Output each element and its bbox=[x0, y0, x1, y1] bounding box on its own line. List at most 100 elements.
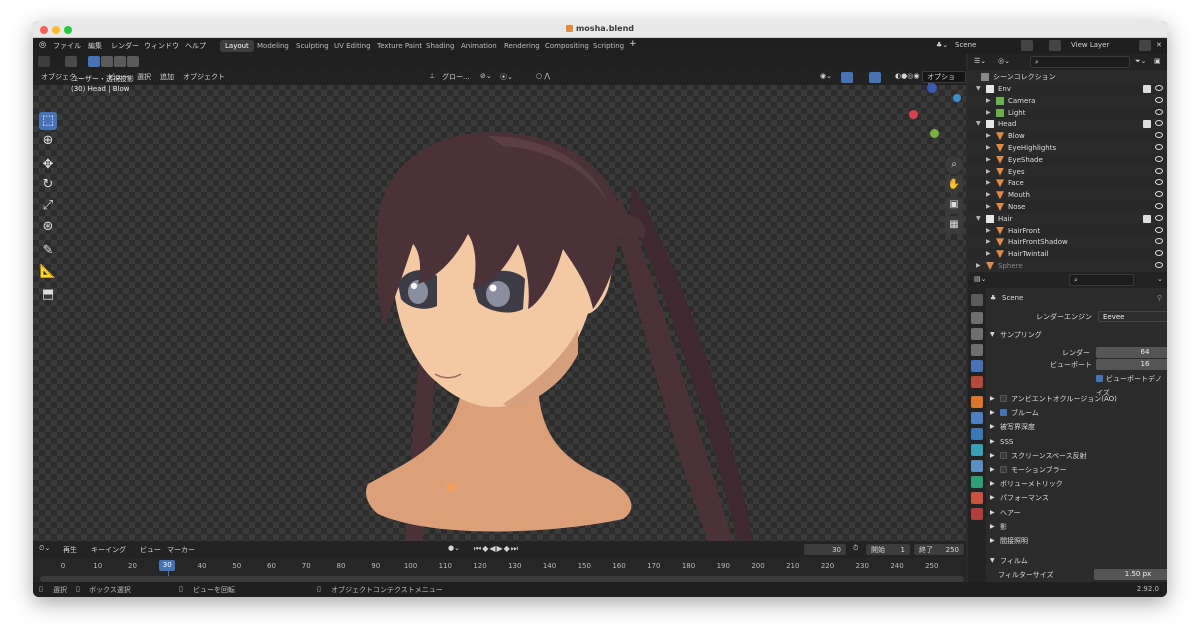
playhead-frame[interactable]: 30 bbox=[159, 560, 176, 571]
outliner-item-camera[interactable]: ▶ Camera bbox=[968, 95, 1167, 107]
outliner-item-blow[interactable]: ▶ Blow bbox=[968, 130, 1167, 143]
expand-arrow-icon[interactable]: ▶ bbox=[986, 236, 991, 248]
eye-icon[interactable] bbox=[1155, 85, 1163, 91]
menu-help[interactable]: ヘルプ bbox=[185, 41, 206, 51]
pin-icon[interactable]: ⚲ bbox=[1157, 291, 1162, 305]
outliner-item-hairtwintail[interactable]: ▶ HairTwintail bbox=[968, 248, 1167, 261]
eye-icon[interactable] bbox=[1155, 108, 1163, 115]
constraints-tab-icon[interactable] bbox=[971, 460, 983, 472]
outliner-item-hairfront[interactable]: ▶ HairFront bbox=[968, 224, 1167, 237]
expand-arrow-icon[interactable]: ▶ bbox=[986, 142, 991, 154]
menu-edit[interactable]: 編集 bbox=[88, 41, 102, 51]
expand-arrow-icon[interactable]: ▶ bbox=[986, 189, 991, 201]
menu-window[interactable]: ウィンドウ bbox=[144, 41, 179, 51]
outliner-item-hairfrontshadow[interactable]: ▶ HairFrontShadow bbox=[968, 236, 1167, 248]
outliner-item-light[interactable]: ▶ Light bbox=[968, 106, 1167, 119]
sampling-panel-header[interactable]: ▼ サンプリング bbox=[988, 328, 1164, 342]
outliner-item-mouth[interactable]: ▶ Mouth bbox=[968, 189, 1167, 201]
eye-icon[interactable] bbox=[1155, 132, 1163, 139]
3d-viewport[interactable]: オブジェク... ビュー 選択 追加 オブジェクト ⊥ グロー... ⊘⌄ ⦿⌄… bbox=[33, 54, 966, 541]
end-frame-field[interactable]: 終了 250 bbox=[914, 544, 964, 555]
tab-modeling[interactable]: Modeling bbox=[252, 40, 294, 52]
eye-icon[interactable] bbox=[1155, 179, 1163, 186]
tab-compositing[interactable]: Compositing bbox=[540, 40, 594, 52]
exclude-checkbox[interactable] bbox=[1143, 120, 1151, 129]
gizmo-axis-x[interactable] bbox=[909, 110, 918, 119]
panel-enable-checkbox[interactable] bbox=[1000, 409, 1007, 417]
outliner-item-nose[interactable]: ▶ Nose bbox=[968, 201, 1167, 213]
object-tab-icon[interactable] bbox=[971, 396, 983, 408]
outliner-item-eyeshade[interactable]: ▶ EyeShade bbox=[968, 153, 1167, 166]
panel-header[interactable]: ▶ スクリーンスペース反射 bbox=[988, 449, 1164, 463]
panel-header[interactable]: ▶ 被写界深度 bbox=[988, 420, 1164, 434]
expand-arrow-icon[interactable]: ▶ bbox=[986, 95, 991, 107]
panel-header[interactable]: ▶ ボリューメトリック bbox=[988, 477, 1164, 491]
expand-arrow-icon[interactable]: ▶ bbox=[976, 260, 981, 272]
expand-arrow-icon[interactable]: ▶ bbox=[986, 107, 991, 119]
exclude-checkbox[interactable] bbox=[1143, 214, 1151, 223]
world-tab-icon[interactable] bbox=[971, 376, 983, 388]
outliner-search-input[interactable]: ⌕ bbox=[1030, 56, 1130, 68]
eye-icon[interactable] bbox=[1155, 144, 1163, 150]
properties-options-icon[interactable]: ⌄ bbox=[1157, 275, 1163, 283]
expand-arrow-icon[interactable]: ▶ bbox=[986, 166, 991, 178]
output-tab-icon[interactable] bbox=[971, 328, 983, 340]
outliner-editor-icon[interactable]: ☰⌄ bbox=[974, 57, 986, 65]
expand-arrow-icon[interactable]: ▶ bbox=[986, 130, 991, 142]
expand-arrow-icon[interactable]: ▶ bbox=[986, 177, 991, 189]
panel-header[interactable]: ▶ パフォーマンス bbox=[988, 491, 1164, 505]
eye-icon[interactable] bbox=[1155, 203, 1163, 209]
scene-icon[interactable]: ♣⌄ bbox=[936, 41, 948, 49]
eye-icon[interactable] bbox=[1155, 96, 1163, 103]
blender-logo-icon[interactable]: ⦾ bbox=[39, 41, 46, 51]
eye-icon[interactable] bbox=[1155, 167, 1163, 174]
new-view-layer-icon[interactable] bbox=[1139, 40, 1151, 51]
tab-scripting[interactable]: Scripting bbox=[588, 40, 629, 52]
start-frame-field[interactable]: 開始 1 bbox=[866, 544, 910, 555]
menu-timeline-view[interactable]: ビュー bbox=[140, 545, 161, 555]
eye-icon[interactable] bbox=[1155, 250, 1163, 257]
tab-layout[interactable]: Layout bbox=[220, 40, 254, 52]
expand-arrow-icon[interactable]: ▼ bbox=[976, 83, 981, 95]
menu-marker[interactable]: マーカー bbox=[167, 545, 195, 555]
viewport-samples-field[interactable]: 16 bbox=[1096, 359, 1167, 370]
properties-search-input[interactable]: ⌕ bbox=[1069, 274, 1134, 286]
remove-view-layer-icon[interactable]: ✕ bbox=[1156, 41, 1162, 49]
eye-icon[interactable] bbox=[1155, 226, 1163, 233]
particles-tab-icon[interactable] bbox=[971, 428, 983, 440]
film-panel-header[interactable]: ▼ フィルム bbox=[988, 554, 1164, 568]
tab-sculpting[interactable]: Sculpting bbox=[291, 40, 334, 52]
display-mode-icon[interactable]: ◎⌄ bbox=[998, 57, 1010, 65]
panel-header[interactable]: ▶ SSS bbox=[988, 435, 1164, 449]
scene-tab-icon[interactable] bbox=[971, 360, 983, 372]
physics-tab-icon[interactable] bbox=[971, 444, 983, 456]
menu-file[interactable]: ファイル bbox=[53, 41, 81, 51]
outliner-root[interactable]: シーンコレクション bbox=[968, 71, 1167, 83]
panel-enable-checkbox[interactable] bbox=[1000, 451, 1007, 459]
modifier-tab-icon[interactable] bbox=[971, 412, 983, 424]
perspective-toggle-icon[interactable]: ▦ bbox=[945, 216, 963, 234]
render-samples-field[interactable]: 64 bbox=[1096, 347, 1167, 358]
expand-arrow-icon[interactable]: ▼ bbox=[976, 213, 981, 225]
filter-icon[interactable]: ⏷⌄ bbox=[1135, 57, 1146, 66]
anime-character-model[interactable] bbox=[33, 54, 966, 541]
menu-keying[interactable]: キーイング bbox=[91, 545, 126, 555]
tab-animation[interactable]: Animation bbox=[456, 40, 502, 52]
view-layer-tab-icon[interactable] bbox=[971, 344, 983, 356]
gizmo-axis-z[interactable] bbox=[927, 83, 937, 93]
viewport-denoise-checkbox[interactable] bbox=[1096, 375, 1103, 382]
panel-header[interactable]: ▶ 影 bbox=[988, 520, 1164, 534]
expand-arrow-icon[interactable]: ▶ bbox=[986, 248, 991, 260]
scene-name[interactable]: Scene bbox=[955, 41, 976, 49]
current-frame-field[interactable]: 30 bbox=[804, 544, 846, 555]
outliner-item-eyes[interactable]: ▶ Eyes bbox=[968, 166, 1167, 178]
pan-hand-icon[interactable]: ✋ bbox=[945, 176, 963, 194]
new-collection-icon[interactable]: ▣ bbox=[1154, 57, 1161, 65]
tab-uv-editing[interactable]: UV Editing bbox=[329, 40, 376, 52]
eye-icon[interactable] bbox=[1155, 214, 1163, 221]
panel-header[interactable]: ▶ ヘアー bbox=[988, 506, 1164, 520]
menu-render[interactable]: レンダー bbox=[111, 41, 139, 51]
eye-icon[interactable] bbox=[1155, 191, 1163, 198]
expand-arrow-icon[interactable]: ▼ bbox=[976, 118, 981, 130]
timeline-editor-icon[interactable]: ⏲⌄ bbox=[39, 544, 50, 553]
